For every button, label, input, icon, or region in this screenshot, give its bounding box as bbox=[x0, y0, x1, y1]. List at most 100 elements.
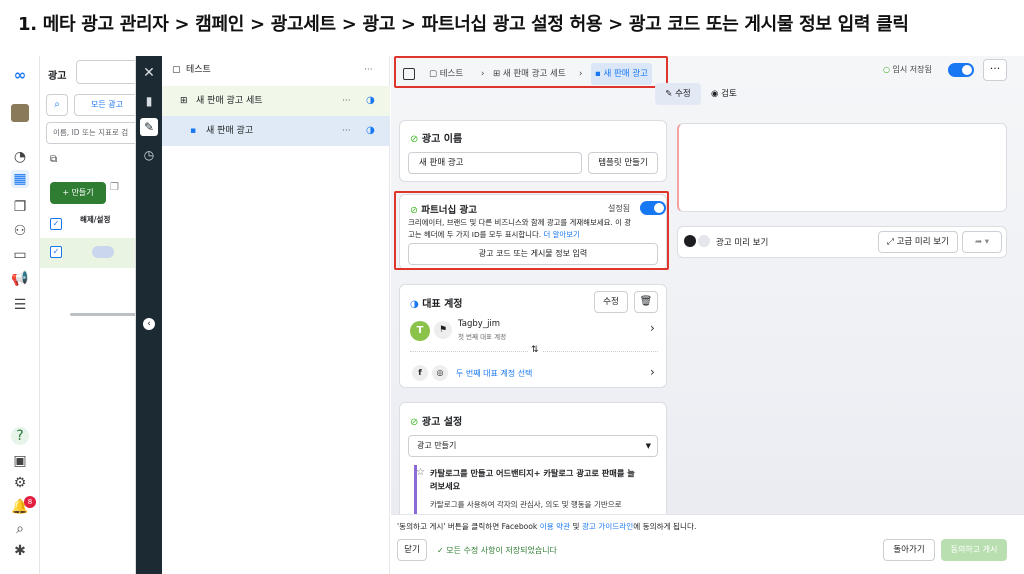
ad-setup-select[interactable]: 광고 만들기 ▼ bbox=[408, 435, 658, 457]
terms-and: 및 bbox=[570, 522, 582, 531]
search-icon[interactable]: ⌕ bbox=[11, 520, 29, 538]
publish-button[interactable]: 동의하고 게시 bbox=[941, 539, 1007, 561]
row-checkbox[interactable]: ✓ bbox=[50, 246, 62, 258]
chart-icon[interactable]: ▮ bbox=[140, 92, 158, 110]
advanced-preview-button[interactable]: ⤢ 고급 미리 보기 bbox=[878, 231, 958, 253]
menu-icon[interactable]: ☰ bbox=[11, 296, 29, 314]
report-icon[interactable]: ▣ bbox=[11, 452, 29, 470]
pages-icon[interactable]: ❐ bbox=[11, 198, 29, 216]
more-icon[interactable]: ··· bbox=[364, 56, 373, 84]
create-template-button[interactable]: 템플릿 만들기 bbox=[588, 152, 658, 174]
promo-body: 카탈로그를 사용하여 각자의 관심사, 의도 및 행동을 기반으로 bbox=[430, 500, 622, 509]
tutorial-caption: 1. 메타 광고 관리자 > 캠페인 > 광고세트 > 광고 > 파트너십 광고… bbox=[18, 14, 909, 35]
share-dropdown-button[interactable]: ➦ ▾ bbox=[962, 231, 1002, 253]
row-toggle[interactable] bbox=[92, 246, 114, 258]
panel-search-box[interactable] bbox=[76, 60, 135, 84]
duplicate-icon[interactable]: ❐ bbox=[110, 182, 119, 193]
tree-campaign[interactable]: ▢ 테스트 ··· bbox=[162, 56, 390, 84]
folder-icon[interactable]: ⧉ bbox=[50, 154, 57, 165]
tab-edit[interactable]: ✎ 수정 bbox=[655, 83, 701, 105]
left-rail: ∞ ◔ ▦ ❐ ⚇ ▭ 📢 ☰ ? ▣ ⚙ 🔔 8 ⌕ ✱ bbox=[0, 56, 40, 574]
filter-input[interactable]: 이름, ID 또는 지표로 검 bbox=[46, 122, 135, 144]
ad-name-card: ⊘ 광고 이름 새 판매 광고 템플릿 만들기 bbox=[399, 120, 667, 182]
close-icon[interactable]: ✕ bbox=[140, 64, 158, 82]
half-circle-icon: ◑ bbox=[366, 125, 375, 136]
ad-setup-select-value: 광고 만들기 bbox=[417, 441, 457, 450]
more-icon[interactable]: ··· bbox=[342, 86, 351, 116]
draft-status-label: 임시 저장됨 bbox=[892, 65, 932, 74]
account-name: Tagby_jim bbox=[458, 319, 501, 329]
megaphone-icon[interactable]: 📢 bbox=[11, 270, 29, 288]
header-checkbox[interactable]: ✓ bbox=[50, 218, 62, 230]
clock-icon[interactable]: ◷ bbox=[140, 146, 158, 164]
panel-tab-ads[interactable]: 광고 bbox=[48, 67, 66, 82]
identity-title: ◑ 대표 계정 bbox=[410, 295, 463, 310]
half-circle-icon: ◑ bbox=[410, 299, 419, 310]
bug-icon[interactable]: ✱ bbox=[11, 542, 29, 560]
chevron-right-icon[interactable]: › bbox=[650, 365, 655, 379]
terms-link[interactable]: 이용 약관 bbox=[540, 522, 570, 531]
account-avatar[interactable] bbox=[11, 104, 29, 122]
ad-setup-title: ⊘ 광고 설정 bbox=[410, 413, 462, 428]
gear-icon[interactable]: ⚙ bbox=[11, 474, 29, 492]
gauge-icon[interactable]: ◔ bbox=[11, 148, 29, 166]
all-ads-filter[interactable]: 모든 광고 bbox=[74, 94, 135, 116]
ad-icon: ▪ bbox=[190, 126, 197, 136]
collapse-icon[interactable]: ‹ bbox=[143, 318, 155, 330]
trash-icon[interactable]: 🗑 bbox=[634, 291, 658, 313]
identity-edit-button[interactable]: 수정 bbox=[594, 291, 628, 313]
radio-icon[interactable] bbox=[684, 235, 696, 247]
advanced-preview-label: 고급 미리 보기 bbox=[896, 237, 949, 247]
meta-logo-icon: ∞ bbox=[13, 66, 27, 84]
more-icon[interactable]: ··· bbox=[342, 116, 351, 146]
check-circle-icon: ⊘ bbox=[410, 417, 419, 428]
chevron-right-icon[interactable]: › bbox=[650, 321, 655, 335]
preview-box bbox=[677, 123, 1007, 212]
close-button[interactable]: 닫기 bbox=[397, 539, 427, 561]
preview-label: 광고 미리 보기 bbox=[716, 238, 769, 248]
more-options-button[interactable]: ··· bbox=[983, 59, 1007, 81]
second-identity-link[interactable]: 두 번째 대표 계정 선택 bbox=[456, 368, 532, 379]
ad-name-input[interactable]: 새 판매 광고 bbox=[408, 152, 582, 174]
chevron-down-icon: ▼ bbox=[645, 442, 651, 450]
folder-icon: ▢ bbox=[172, 65, 181, 75]
guidelines-link[interactable]: 광고 가이드라인 bbox=[582, 522, 633, 531]
billing-icon[interactable]: ▭ bbox=[11, 246, 29, 264]
create-button[interactable]: + 만들기 bbox=[50, 182, 106, 204]
account-avatar-icon: T bbox=[410, 321, 430, 341]
pencil-icon[interactable]: ✎ bbox=[140, 118, 158, 136]
ad-setup-title-label: 광고 설정 bbox=[421, 417, 463, 428]
swap-icon[interactable]: ⇅ bbox=[528, 345, 542, 355]
ad-setup-card: ⊘ 광고 설정 광고 만들기 ▼ ☆ 카탈로그를 만들고 어드밴티지+ 카탈로그 … bbox=[399, 402, 667, 522]
promo-title-line1: 카탈로그를 만들고 어드밴티지+ 카탈로그 광고로 판매를 늘 bbox=[430, 468, 635, 478]
terms-notice: '동의하고 게시' 버튼을 클릭하면 Facebook 이용 약관 및 광고 가… bbox=[397, 521, 696, 532]
promo-title-line2: 려보세요 bbox=[430, 481, 461, 491]
back-button[interactable]: 돌아가기 bbox=[883, 539, 935, 561]
star-icon: ☆ bbox=[416, 467, 425, 478]
status-dot-icon: ○ bbox=[883, 65, 890, 74]
highlight-partnership bbox=[394, 191, 669, 270]
tree-ad[interactable]: ▪ 새 판매 광고 ··· ◑ bbox=[162, 116, 390, 146]
identity-card: ◑ 대표 계정 수정 🗑 T ⚑ Tagby_jim 첫 번째 대표 계정 › … bbox=[399, 284, 667, 388]
editor-main: ▢ 테스트 › ⊞ 새 판매 광고 세트 › ▪ 새 판매 광고 ○ 임시 저장… bbox=[391, 56, 1024, 574]
help-icon[interactable]: ? bbox=[11, 427, 29, 445]
audience-icon[interactable]: ⚇ bbox=[11, 222, 29, 240]
panel-search-icon[interactable]: ⌕ bbox=[46, 94, 68, 116]
promo-title: 카탈로그를 만들고 어드밴티지+ 카탈로그 광고로 판매를 늘려보세요 bbox=[430, 467, 635, 493]
horizontal-scrollbar[interactable] bbox=[70, 313, 135, 316]
preview-bar: 광고 미리 보기 ⤢ 고급 미리 보기 ➦ ▾ bbox=[677, 226, 1007, 258]
instagram-icon: ◎ bbox=[432, 365, 448, 381]
table-icon[interactable]: ▦ bbox=[11, 170, 29, 188]
account-subtitle: 첫 번째 대표 계정 bbox=[458, 333, 507, 341]
save-status: ✓ 모든 수정 사항이 저장되었습니다 bbox=[437, 546, 557, 555]
save-status-label: 모든 수정 사항이 저장되었습니다 bbox=[446, 546, 557, 555]
draft-toggle[interactable] bbox=[948, 63, 974, 77]
tree-adset[interactable]: ⊞ 새 판매 광고 세트 ··· ◑ bbox=[162, 86, 390, 116]
tab-review[interactable]: ◉ 검토 bbox=[711, 83, 737, 105]
toggle-knob bbox=[698, 235, 710, 247]
draft-status: ○ 임시 저장됨 bbox=[883, 64, 932, 75]
editor-sidebar: ✕ ▮ ✎ ◷ ‹ bbox=[136, 56, 162, 574]
highlight-breadcrumb bbox=[394, 56, 668, 88]
structure-tree: ▢ 테스트 ··· ⊞ 새 판매 광고 세트 ··· ◑ ▪ 새 판매 광고 ·… bbox=[162, 56, 390, 574]
campaign-panel: 광고 ⌕ 모든 광고 이름, ID 또는 지표로 검 ⧉ + 만들기 ❐ ✓ 해… bbox=[40, 56, 136, 574]
